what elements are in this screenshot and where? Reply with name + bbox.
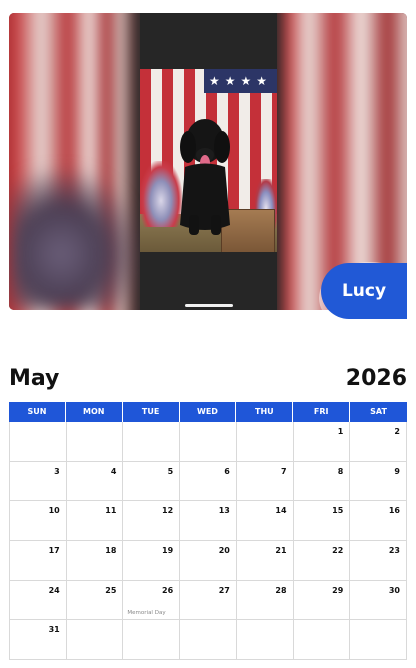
dog-icon [180, 119, 230, 235]
day-number: 2 [394, 427, 400, 436]
day-number: 20 [218, 546, 230, 556]
day-cell: 10 [10, 501, 67, 542]
day-number: 10 [48, 506, 60, 516]
day-cell: 7 [236, 461, 294, 502]
day-number: 29 [332, 585, 344, 595]
day-cell: 28 [236, 580, 294, 621]
day-cell: 31 [10, 620, 67, 661]
day-number: 16 [388, 506, 400, 516]
day-cell [236, 620, 294, 661]
day-number: 9 [394, 466, 400, 476]
day-cell [180, 620, 237, 661]
day-cell: 29 [293, 580, 351, 621]
calendar-grid: SUN MON TUE WED THU FRI SAT 1 2 3 4 5 6 7 8 9 10 1… [9, 402, 407, 661]
day-grid: 1 2 3 4 5 6 7 8 9 10 11 12 13 14 15 16 17 18 19 20 21 22 23 24 2… [9, 422, 407, 661]
day-number: 11 [105, 506, 117, 516]
weekday-label: FRI [293, 402, 351, 422]
day-cell [236, 422, 294, 462]
day-number: 17 [48, 546, 60, 556]
phone-screenshot: ★★★★ [140, 13, 277, 310]
year-title: 2026 [345, 366, 407, 391]
weekday-label: SUN [9, 402, 66, 422]
day-cell: 14 [236, 501, 294, 542]
blurred-tinsel [9, 170, 139, 310]
weekday-header: SUN MON TUE WED THU FRI SAT [9, 402, 407, 422]
day-cell: 23 [350, 541, 407, 581]
day-cell [123, 422, 181, 462]
day-cell: 17 [10, 541, 67, 581]
day-cell [350, 620, 407, 661]
day-number: 19 [162, 546, 174, 556]
day-number: 4 [110, 466, 117, 476]
day-number: 13 [218, 506, 230, 516]
day-number: 18 [105, 546, 117, 556]
day-cell: 27 [180, 580, 237, 621]
day-number: 1 [337, 427, 344, 436]
day-cell [293, 620, 351, 661]
day-cell: 16 [350, 501, 407, 542]
day-cell: 30 [350, 580, 407, 621]
flag-canton: ★★★★ [204, 69, 277, 93]
day-number: 8 [337, 466, 344, 476]
day-cell [180, 422, 237, 462]
day-cell [66, 422, 124, 462]
day-number: 25 [105, 585, 117, 595]
weekday-label: THU [236, 402, 294, 422]
day-cell: 21 [236, 541, 294, 581]
home-indicator [185, 304, 233, 307]
day-cell [66, 620, 124, 661]
day-cell [123, 620, 181, 661]
day-number: 7 [280, 466, 287, 476]
day-cell: 13 [180, 501, 237, 542]
day-number: 23 [388, 546, 400, 556]
day-number: 3 [54, 466, 60, 476]
weekday-label: MON [66, 402, 123, 422]
day-cell: 20 [180, 541, 237, 581]
day-cell [10, 422, 67, 462]
day-number: 31 [48, 625, 60, 635]
day-number: 12 [162, 506, 174, 516]
day-cell: 9 [350, 461, 407, 502]
month-title: May [9, 366, 60, 391]
day-number: 5 [167, 466, 174, 476]
day-number: 15 [332, 506, 344, 516]
day-cell: 1 [293, 422, 351, 462]
day-cell: 6 [180, 461, 237, 502]
day-cell: 15 [293, 501, 351, 542]
day-cell: 18 [66, 541, 124, 581]
day-cell: 24 [10, 580, 67, 621]
day-number: 28 [275, 585, 287, 595]
day-cell: 5 [123, 461, 181, 502]
day-cell: 2 [350, 422, 407, 462]
day-cell: 26 Memorial Day [123, 580, 181, 621]
day-number: 21 [275, 546, 287, 556]
day-cell: 11 [66, 501, 124, 542]
day-number: 22 [332, 546, 344, 556]
day-cell: 25 [66, 580, 124, 621]
day-number: 14 [275, 506, 287, 516]
day-number: 30 [388, 585, 400, 595]
day-cell: 12 [123, 501, 181, 542]
day-cell: 3 [10, 461, 67, 502]
weekday-label: TUE [123, 402, 180, 422]
day-cell: 8 [293, 461, 351, 502]
weekday-label: WED [180, 402, 237, 422]
day-number: 6 [224, 466, 230, 476]
day-number: 26 [162, 585, 174, 595]
weekday-label: SAT [370, 407, 387, 416]
dog-photo: ★★★★ [140, 69, 277, 252]
day-cell: 4 [66, 461, 124, 502]
day-cell: 22 [293, 541, 351, 581]
holiday-note: Memorial Day [127, 610, 166, 617]
day-number: 27 [218, 585, 230, 595]
day-cell: 19 [123, 541, 181, 581]
name-badge: Lucy [321, 263, 407, 319]
day-number: 24 [48, 585, 60, 595]
